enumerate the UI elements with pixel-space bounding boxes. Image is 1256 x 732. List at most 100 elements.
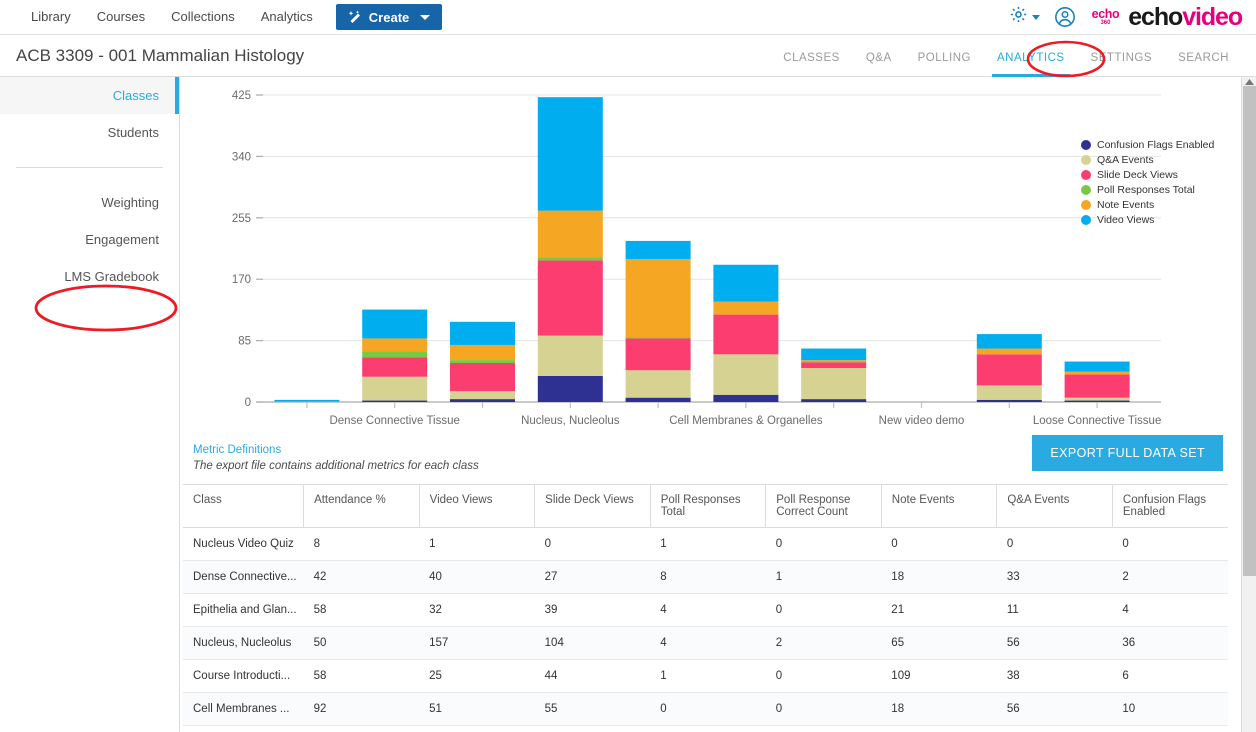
chart-bar-segment[interactable] xyxy=(713,394,779,402)
chart-bar-segment[interactable] xyxy=(1064,400,1130,402)
chart-bar-segment[interactable] xyxy=(801,348,867,361)
chart-bar-segment[interactable] xyxy=(976,334,1042,349)
legend-item[interactable]: Video Views xyxy=(1081,213,1214,226)
chart-bar-segment[interactable] xyxy=(976,385,1042,400)
chart-bar-segment[interactable] xyxy=(625,258,691,338)
table-row[interactable]: Cartilage50168112434 xyxy=(183,725,1228,732)
export-full-data-set-button[interactable]: EXPORT FULL DATA SET xyxy=(1032,435,1223,471)
sidebar-item-lms-gradebook[interactable]: LMS Gradebook xyxy=(0,258,179,295)
tab-analytics[interactable]: ANALYTICS xyxy=(984,35,1078,77)
chart-bar-segment[interactable] xyxy=(537,97,603,211)
sidebar-item-classes[interactable]: Classes xyxy=(0,77,179,114)
column-header-poll-response-correct-count[interactable]: Poll Response Correct Count xyxy=(765,484,882,528)
sidebar-item-weighting[interactable]: Weighting xyxy=(0,184,179,221)
cell-video_views: 1 xyxy=(419,527,535,561)
chart-bar-segment[interactable] xyxy=(450,344,515,361)
chart-bar-segment[interactable] xyxy=(362,351,428,358)
table-row[interactable]: Dense Connective... 42 40 27 8 1 18 33 2 xyxy=(183,560,1228,594)
chevron-down-icon xyxy=(1031,14,1040,20)
account-avatar-button[interactable] xyxy=(1054,6,1076,28)
chart-bar-segment[interactable] xyxy=(713,314,779,355)
chart-bar-segment[interactable] xyxy=(625,370,691,398)
chart-bar-segment[interactable] xyxy=(713,354,779,395)
column-header-confusion-flags-enabled[interactable]: Confusion Flags Enabled xyxy=(1111,484,1228,528)
cell-video_views: 25 xyxy=(419,659,535,693)
legend-item[interactable]: Slide Deck Views xyxy=(1081,168,1214,181)
chart-bar-segment[interactable] xyxy=(1064,371,1130,375)
cell-note_events: 2 xyxy=(881,725,997,732)
chart-bar-segment[interactable] xyxy=(274,399,340,402)
chart-bar-segment[interactable] xyxy=(537,260,603,336)
chart-bar-segment[interactable] xyxy=(625,397,691,402)
column-header-class[interactable]: Class xyxy=(183,484,304,528)
settings-menu-button[interactable] xyxy=(1009,5,1040,29)
chart-bar-segment[interactable] xyxy=(537,257,603,261)
table-row[interactable]: Course Introducti... 58 25 44 1 0 109 38 6 xyxy=(183,659,1228,693)
table-row[interactable]: Nucleus, Nucleolus 50 157 104 4 2 65 56 36 xyxy=(183,626,1228,660)
chart-bar-segment[interactable] xyxy=(362,400,428,402)
class-engagement-stacked-bar-chart: 0 85 170 255 340 425 Dense Connective Tissue Nu… xyxy=(181,77,1241,432)
chart-bar-segment[interactable] xyxy=(362,309,428,339)
chart-bar-segment[interactable] xyxy=(537,375,603,402)
legend-item[interactable]: Confusion Flags Enabled xyxy=(1081,138,1214,151)
tab-polling[interactable]: POLLING xyxy=(905,35,984,77)
nav-link-library[interactable]: Library xyxy=(18,0,84,34)
legend-item[interactable]: Note Events xyxy=(1081,198,1214,211)
chart-bar-segment[interactable] xyxy=(450,321,515,345)
nav-link-collections[interactable]: Collections xyxy=(158,0,248,34)
create-button[interactable]: Create xyxy=(335,4,443,30)
column-header-qa-events[interactable]: Q&A Events xyxy=(996,484,1113,528)
legend-item[interactable]: Poll Responses Total xyxy=(1081,183,1214,196)
chart-bar-segment[interactable] xyxy=(450,391,515,400)
table-row[interactable]: Epithelia and Glan... 58 32 39 4 0 21 11 4 xyxy=(183,593,1228,627)
chart-bar-segment[interactable] xyxy=(362,357,428,377)
chart-bar-segment[interactable] xyxy=(625,240,691,259)
chart-bar-segment[interactable] xyxy=(801,362,867,369)
column-header-slide-deck-views[interactable]: Slide Deck Views xyxy=(534,484,651,528)
chart-bar-segment[interactable] xyxy=(362,376,428,401)
chart-bar-segment[interactable] xyxy=(713,301,779,315)
cell-attendance: 92 xyxy=(303,692,420,726)
chart-bar-segment[interactable] xyxy=(801,368,867,400)
nav-link-courses[interactable]: Courses xyxy=(84,0,158,34)
chart-bar-segment[interactable] xyxy=(537,210,603,258)
table-row[interactable]: Nucleus Video Quiz 8 1 0 1 0 0 0 0 xyxy=(183,527,1228,561)
tab-qa[interactable]: Q&A xyxy=(853,35,905,77)
column-header-video-views[interactable]: Video Views xyxy=(418,484,535,528)
chart-bar-segment[interactable] xyxy=(1064,361,1130,372)
tab-classes[interactable]: CLASSES xyxy=(770,35,853,77)
legend-item[interactable]: Q&A Events xyxy=(1081,153,1214,166)
chart-bar-segment[interactable] xyxy=(976,354,1042,386)
chart-bar-segment[interactable] xyxy=(1064,397,1130,401)
vertical-scrollbar[interactable] xyxy=(1241,77,1256,732)
tab-search[interactable]: SEARCH xyxy=(1165,35,1242,77)
scroll-up-arrow-icon[interactable] xyxy=(1242,77,1256,86)
account-avatar-icon xyxy=(1054,7,1075,27)
scrollbar-thumb[interactable] xyxy=(1243,86,1256,576)
sidebar-item-students[interactable]: Students xyxy=(0,114,179,151)
chart-bar-segment[interactable] xyxy=(976,399,1042,402)
chart-bar-segment[interactable] xyxy=(801,360,867,362)
column-header-poll-responses-total[interactable]: Poll Responses Total xyxy=(649,484,766,528)
chart-bar-segment[interactable] xyxy=(450,360,515,363)
chart-bar-segment[interactable] xyxy=(801,399,867,402)
chart-bar-segment[interactable] xyxy=(976,348,1042,355)
chart-bar-segment[interactable] xyxy=(537,335,603,376)
column-header-note-events[interactable]: Note Events xyxy=(880,484,997,528)
cell-poll_correct: 0 xyxy=(765,659,882,693)
chart-x-tick-label: New video demo xyxy=(879,415,965,427)
chart-bar-segment[interactable] xyxy=(625,338,691,371)
column-header-attendance[interactable]: Attendance % xyxy=(303,484,420,528)
chart-bar-segment[interactable] xyxy=(450,399,515,402)
chart-bar-segment[interactable] xyxy=(713,264,779,302)
chart-bar-segment[interactable] xyxy=(1064,374,1130,398)
chart-bar-segment[interactable] xyxy=(450,362,515,392)
cell-qa_events: 56 xyxy=(996,692,1113,726)
cell-video_views: 157 xyxy=(419,626,535,660)
nav-link-analytics[interactable]: Analytics xyxy=(248,0,326,34)
sidebar-item-engagement[interactable]: Engagement xyxy=(0,221,179,258)
chart-bar-segment[interactable] xyxy=(362,338,428,352)
tab-settings[interactable]: SETTINGS xyxy=(1078,35,1166,77)
cell-poll_responses_total: 4 xyxy=(650,593,766,627)
table-row[interactable]: Cell Membranes ... 92 51 55 0 0 18 56 10 xyxy=(183,692,1228,726)
